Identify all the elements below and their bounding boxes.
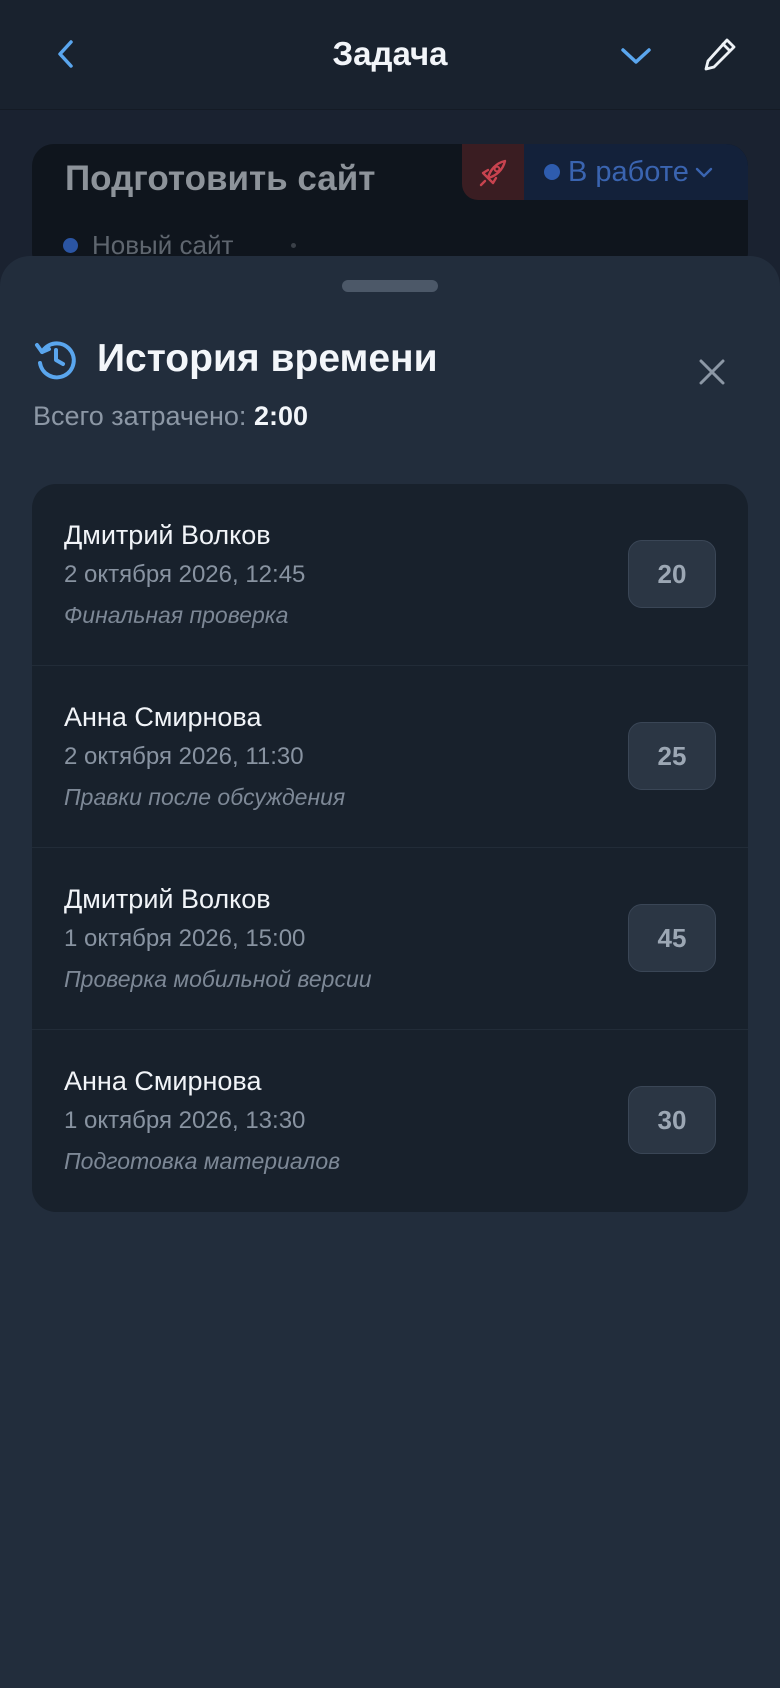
time-history-sheet: История времени Всего затрачено: 2:00 Дм… xyxy=(0,256,780,1688)
entry-user-name: Анна Смирнова xyxy=(64,702,262,732)
history-icon xyxy=(35,341,76,380)
total-time-value: 2:00 xyxy=(253,401,308,431)
close-icon xyxy=(699,359,725,385)
entry-user-name: Дмитрий Волков xyxy=(64,520,271,550)
entry-note: Проверка мобильной версии xyxy=(64,966,372,992)
edit-button[interactable] xyxy=(700,34,740,74)
chevron-down-icon xyxy=(621,48,651,64)
time-entries-list: Дмитрий Волков 2 октября 2026, 12:45 Фин… xyxy=(32,484,748,1212)
priority-chip[interactable] xyxy=(462,144,524,200)
entry-date: 1 октября 2026, 15:00 xyxy=(64,925,306,952)
separator-dot xyxy=(291,243,296,248)
status-label: В работе xyxy=(568,156,689,188)
time-entry[interactable]: Дмитрий Волков 1 октября 2026, 15:00 Про… xyxy=(32,848,748,1030)
project-color-dot xyxy=(63,238,78,253)
entry-minutes-badge: 45 xyxy=(628,904,716,972)
status-dot xyxy=(544,164,560,180)
entry-note: Подготовка материалов xyxy=(64,1148,341,1174)
total-time-row: Всего затрачено: 2:00 xyxy=(33,396,308,436)
status-dropdown[interactable]: В работе xyxy=(524,144,748,200)
entry-note: Правки после обсуждения xyxy=(64,784,346,810)
close-button[interactable] xyxy=(692,352,732,392)
task-title: Подготовить сайт xyxy=(65,159,376,198)
entry-minutes-badge: 30 xyxy=(628,1086,716,1154)
pencil-icon xyxy=(704,38,736,71)
entry-date: 2 октября 2026, 11:30 xyxy=(64,743,304,770)
sheet-grabber[interactable] xyxy=(342,280,438,292)
chevron-down-icon xyxy=(695,167,713,178)
time-entry[interactable]: Дмитрий Волков 2 октября 2026, 12:45 Фин… xyxy=(32,484,748,666)
collapse-button[interactable] xyxy=(616,36,656,76)
task-card: Подготовить сайт В работе Новый сайт xyxy=(32,144,748,274)
entry-note: Финальная проверка xyxy=(64,602,289,628)
rocket-icon xyxy=(479,159,507,187)
entry-minutes-badge: 25 xyxy=(628,722,716,790)
entry-date: 2 октября 2026, 12:45 xyxy=(64,561,306,588)
time-entry[interactable]: Анна Смирнова 1 октября 2026, 13:30 Подг… xyxy=(32,1030,748,1212)
time-entry[interactable]: Анна Смирнова 2 октября 2026, 11:30 Прав… xyxy=(32,666,748,848)
entry-date: 1 октября 2026, 13:30 xyxy=(64,1107,306,1134)
entry-user-name: Анна Смирнова xyxy=(64,1066,262,1096)
page-title: Задача xyxy=(332,35,448,72)
sheet-title: История времени xyxy=(97,337,438,380)
entry-minutes-badge: 20 xyxy=(628,540,716,608)
entry-user-name: Дмитрий Волков xyxy=(64,884,271,914)
total-time-label: Всего затрачено: xyxy=(33,401,247,431)
top-app-bar: Задача xyxy=(0,0,780,110)
